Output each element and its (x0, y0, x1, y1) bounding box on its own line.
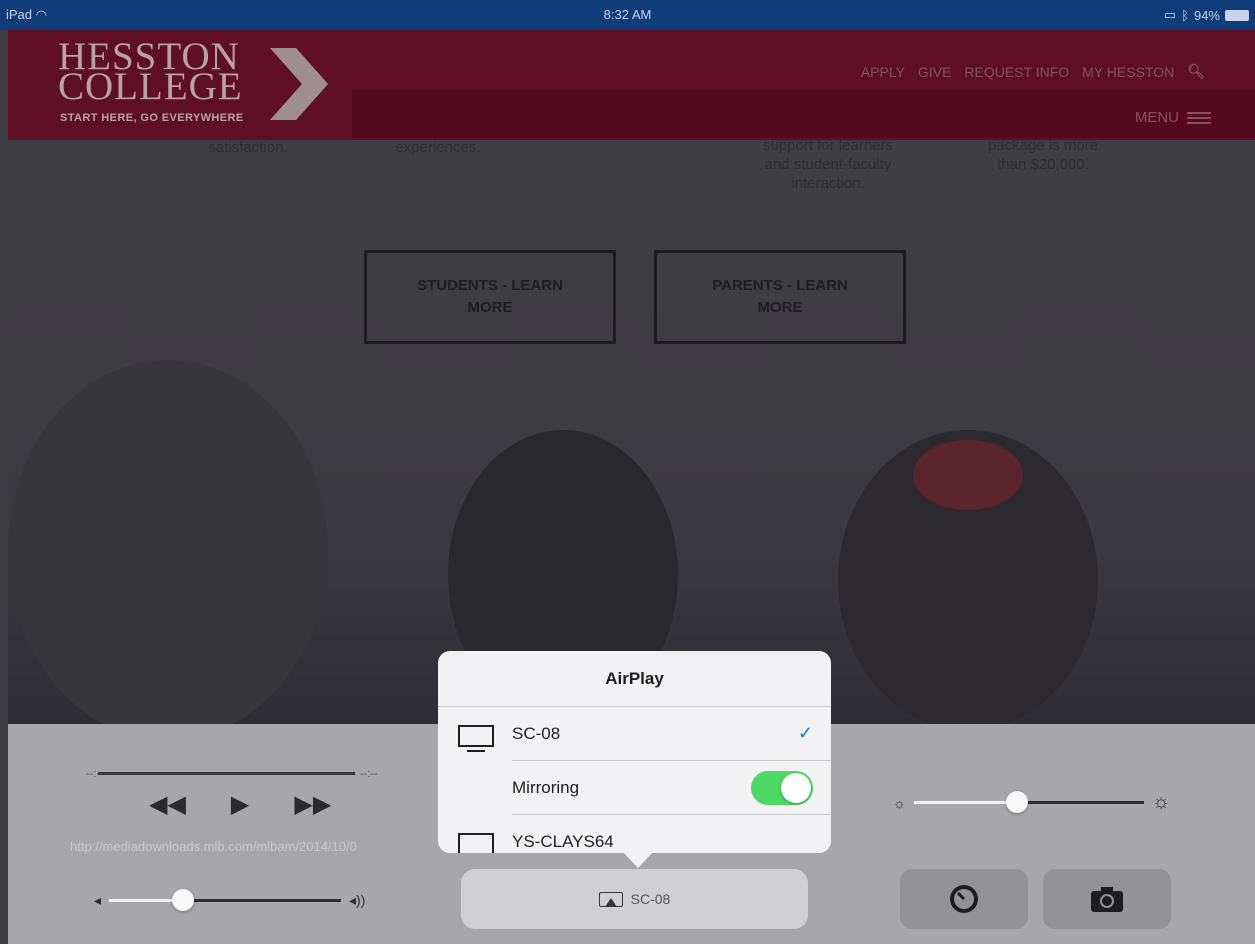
play-icon[interactable]: ▶ (231, 790, 249, 819)
stat-text: experiences. (395, 140, 481, 156)
tagline: START HERE, GO EVERYWHERE (60, 112, 244, 124)
bluetooth-icon: ᛒ (1181, 7, 1189, 23)
brightness-low-icon: ☼ (893, 794, 906, 811)
brightness-knob[interactable] (1006, 791, 1029, 813)
timer-button[interactable] (900, 869, 1028, 929)
airplay-icon (598, 891, 623, 907)
logo-chevron-icon (270, 48, 328, 120)
stat-text: package is more than $20,000. (987, 140, 1099, 173)
scrubber[interactable] (98, 772, 355, 775)
site-header: HESSTON COLLEGE START HERE, GO EVERYWHER… (8, 30, 1255, 140)
brightness-slider[interactable] (913, 791, 1144, 813)
top-nav: APPLY GIVE REQUEST INFO MY HESSTON 🔍︎ (861, 63, 1205, 80)
menu-button[interactable]: MENU (1135, 109, 1211, 126)
page-content: satisfaction. experiences. support for l… (8, 140, 1255, 730)
students-learn-more-button[interactable]: STUDENTS - LEARN MORE (364, 250, 616, 344)
media-url: http://mediadownloads.mlb.com/mlbam/2014… (70, 839, 357, 854)
nav-apply[interactable]: APPLY (861, 64, 905, 80)
tv-icon (458, 833, 494, 853)
airplay-popover: AirPlay SC-08 ✓ Mirroring YS-CLAYS64 (438, 651, 831, 853)
mirroring-row: Mirroring (438, 761, 831, 815)
airplay-status-icon: ▭ (1163, 7, 1177, 22)
battery-icon (1225, 9, 1249, 21)
popover-title: AirPlay (438, 651, 831, 707)
rewind-icon[interactable]: ◀◀ (149, 790, 186, 819)
college-logo[interactable]: HESSTON COLLEGE (58, 37, 243, 106)
tv-icon (458, 725, 494, 752)
mirroring-label: Mirroring (512, 778, 580, 797)
stat-text: support for learners and student-faculty… (762, 140, 894, 192)
transport-controls: ◀◀ ▶ ▶▶ (149, 790, 331, 819)
remaining-time: --:-- (360, 768, 378, 780)
mirroring-toggle[interactable] (751, 771, 813, 805)
popover-arrow (623, 852, 653, 868)
nav-request-info[interactable]: REQUEST INFO (964, 64, 1069, 80)
stat-text: satisfaction. (208, 140, 288, 156)
status-bar: iPad ◠ 8:32 AM ▭ ᛒ 94% (0, 0, 1255, 30)
volume-high-icon: ◂)) (349, 892, 366, 908)
checkmark-icon: ✓ (797, 723, 813, 743)
device-row-sc-08[interactable]: SC-08 ✓ (438, 707, 831, 761)
nav-give[interactable]: GIVE (918, 64, 951, 80)
nav-my-hesston[interactable]: MY HESSTON (1082, 64, 1174, 80)
search-icon[interactable]: 🔍︎ (1187, 63, 1205, 80)
fast-forward-icon[interactable]: ▶▶ (294, 790, 331, 819)
volume-control: ◂ ◂)) (94, 889, 366, 911)
brightness-high-icon: ☼ (1151, 791, 1171, 813)
battery-percent: 94% (1193, 7, 1220, 23)
volume-low-icon: ◂ (94, 892, 102, 908)
timer-icon (950, 885, 978, 913)
volume-knob[interactable] (172, 889, 195, 911)
airplay-button[interactable]: SC-08 (461, 869, 808, 929)
hamburger-icon (1187, 111, 1211, 124)
clock: 8:32 AM (603, 7, 652, 22)
camera-icon (1091, 887, 1123, 912)
parents-learn-more-button[interactable]: PARENTS - LEARN MORE (654, 250, 906, 344)
device-row-ys-clays64[interactable]: YS-CLAYS64 (438, 815, 831, 853)
camera-button[interactable] (1043, 869, 1171, 929)
volume-slider[interactable] (109, 889, 342, 911)
brightness-control: ☼ ☼ (893, 791, 1170, 814)
